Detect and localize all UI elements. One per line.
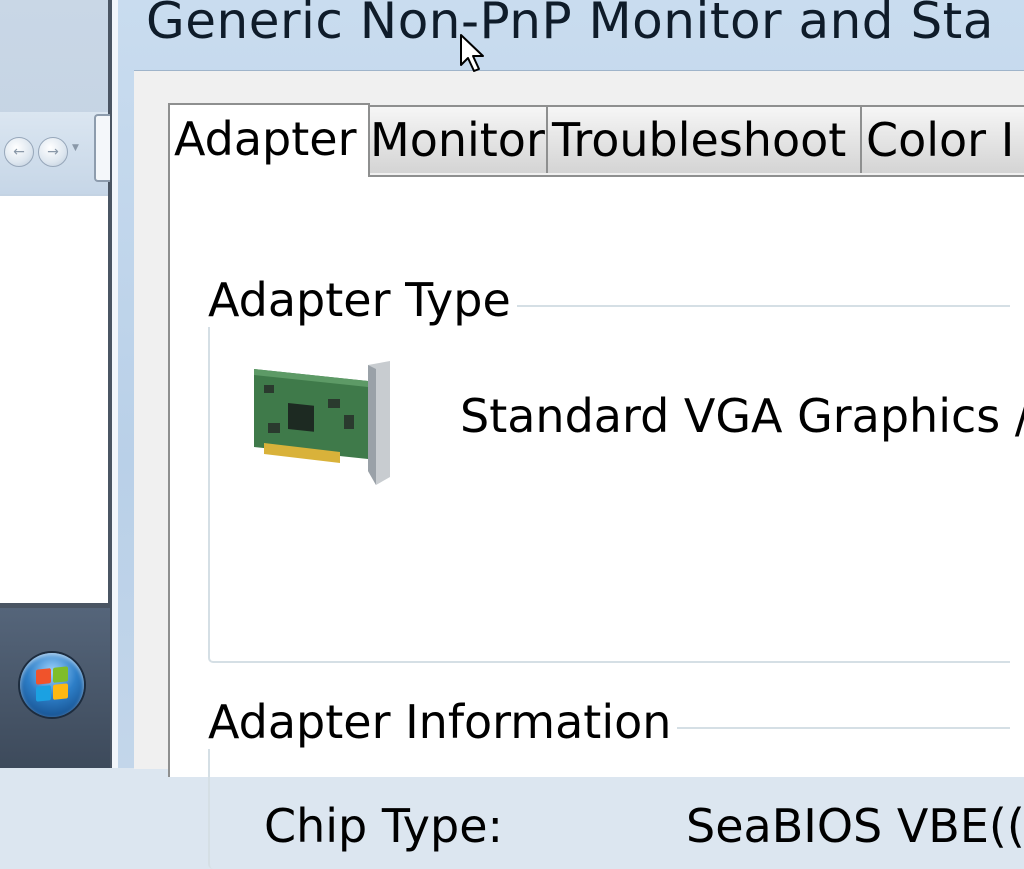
mouse-cursor-icon (460, 34, 484, 72)
tab-troubleshoot[interactable]: Troubleshoot (546, 105, 866, 173)
windows-logo-icon (36, 666, 68, 702)
back-arrow-icon: ← (13, 144, 25, 160)
forward-button[interactable]: → (38, 137, 68, 167)
tab-color-management[interactable]: Color I (860, 105, 1024, 173)
adapter-name: Standard VGA Graphics / (460, 389, 1024, 443)
monitor-properties-dialog: Generic Non-PnP Monitor and Sta Adapter … (112, 0, 1024, 869)
adapter-tab-panel: Adapter Type Standard VGA Graphics / Ada… (168, 175, 1024, 869)
address-bar[interactable] (94, 114, 110, 182)
graphics-card-icon (254, 361, 390, 485)
back-button[interactable]: ← (4, 137, 34, 167)
tab-adapter[interactable]: Adapter (168, 103, 370, 177)
chevron-down-icon[interactable]: ▼ (72, 143, 79, 153)
start-button[interactable] (20, 653, 84, 717)
dialog-body: Adapter Monitor Troubleshoot Color I Ada… (134, 70, 1024, 869)
tab-monitor[interactable]: Monitor (364, 105, 552, 173)
chip-type-label: Chip Type: (264, 799, 504, 853)
chip-type-value: SeaBIOS VBE(( (686, 799, 1024, 853)
background-window-content (0, 196, 108, 603)
adapter-type-heading: Adapter Type (202, 273, 517, 327)
dialog-title[interactable]: Generic Non-PnP Monitor and Sta (146, 0, 994, 50)
forward-arrow-icon: → (47, 144, 59, 160)
adapter-information-heading: Adapter Information (202, 695, 678, 749)
